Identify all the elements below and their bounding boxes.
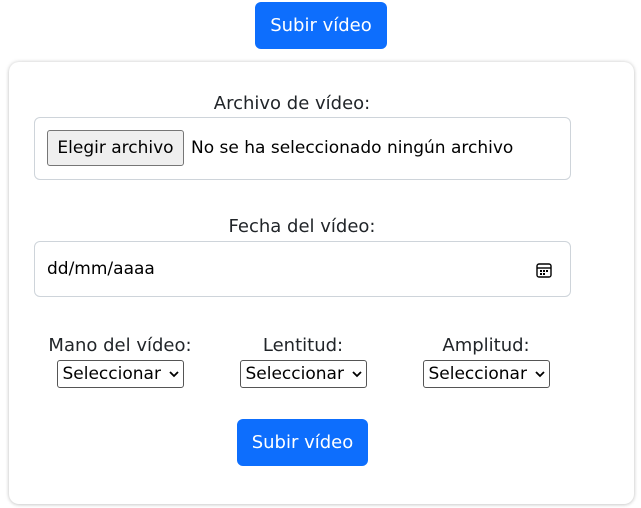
- file-status-text: No se ha seleccionado ningún archivo: [191, 138, 514, 158]
- submit-upload-button[interactable]: Subir vídeo: [237, 419, 368, 466]
- slowness-select-group: Lentitud: Seleccionar: [228, 335, 378, 388]
- hand-select[interactable]: Seleccionar: [56, 360, 184, 388]
- amplitude-select-group: Amplitud: Seleccionar: [411, 335, 561, 388]
- hand-select-group: Mano del vídeo: Seleccionar: [45, 335, 195, 388]
- date-input-field[interactable]: dd/mm/aaaa: [34, 241, 571, 297]
- amplitude-select-label: Amplitud:: [442, 335, 530, 356]
- hand-select-label: Mano del vídeo:: [48, 335, 192, 356]
- chevron-down-icon: [168, 371, 179, 378]
- top-upload-button[interactable]: Subir vídeo: [255, 2, 387, 49]
- date-placeholder-text: dd/mm/aaaa: [47, 259, 155, 279]
- amplitude-select[interactable]: Seleccionar: [422, 360, 550, 388]
- amplitude-select-value: Seleccionar: [428, 364, 527, 384]
- hand-select-value: Seleccionar: [62, 364, 161, 384]
- slowness-select-label: Lentitud:: [262, 335, 344, 356]
- calendar-icon[interactable]: [535, 261, 553, 279]
- date-field-label: Fecha del vídeo:: [228, 216, 376, 237]
- chevron-down-icon: [351, 371, 362, 378]
- file-input-field[interactable]: Elegir archivo No se ha seleccionado nin…: [34, 117, 571, 180]
- slowness-select[interactable]: Seleccionar: [239, 360, 367, 388]
- file-field-label: Archivo de vídeo:: [213, 93, 371, 114]
- choose-file-button[interactable]: Elegir archivo: [47, 130, 184, 166]
- chevron-down-icon: [534, 371, 545, 378]
- slowness-select-value: Seleccionar: [245, 364, 344, 384]
